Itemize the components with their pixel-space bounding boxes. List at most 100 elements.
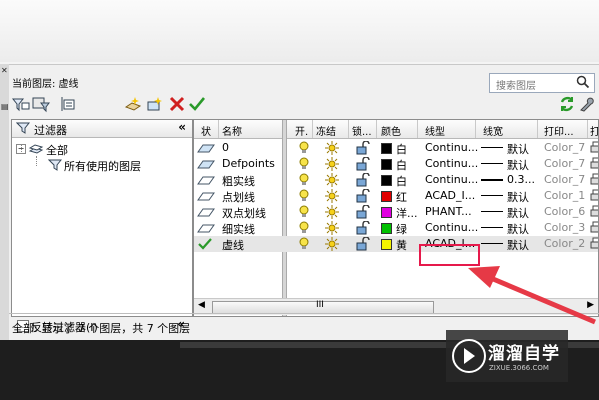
layer-linetype[interactable]: Continu...: [425, 221, 478, 234]
printer-icon[interactable]: [590, 237, 599, 251]
layer-linetype[interactable]: Continu...: [425, 173, 478, 186]
sun-icon[interactable]: [325, 205, 339, 219]
lightbulb-icon[interactable]: [298, 237, 310, 251]
color-swatch[interactable]: [381, 143, 392, 154]
column-header-on[interactable]: 开.: [295, 123, 308, 138]
layer-color-name[interactable]: 绿: [396, 221, 407, 237]
color-swatch[interactable]: [381, 175, 392, 186]
layer-name[interactable]: 细实线: [222, 221, 255, 237]
printer-icon[interactable]: [590, 221, 599, 235]
layer-row[interactable]: 点划线 红 ACAD_I... 默认 Color_1: [194, 188, 598, 204]
column-header-plot-style[interactable]: 打印...: [544, 123, 574, 138]
column-header-plot[interactable]: 打.: [590, 123, 598, 138]
properties-icon[interactable]: ▤: [1, 102, 9, 111]
layer-name[interactable]: 点划线: [222, 189, 255, 205]
layer-row[interactable]: 0 白 Continu... 默认 Color_7: [194, 140, 598, 156]
color-swatch[interactable]: [381, 191, 392, 202]
sun-icon[interactable]: [325, 141, 339, 155]
lineweight-sample: [481, 227, 503, 228]
settings-wrench-icon[interactable]: [577, 95, 599, 115]
color-swatch[interactable]: [381, 223, 392, 234]
column-header-color[interactable]: 颜色: [381, 123, 401, 138]
printer-icon[interactable]: [590, 189, 599, 203]
lightbulb-icon[interactable]: [298, 221, 310, 235]
layer-color-name[interactable]: 白: [396, 141, 407, 157]
unlock-icon[interactable]: [356, 141, 370, 155]
search-layers-input[interactable]: 搜索图层: [489, 73, 595, 93]
set-current-icon[interactable]: [187, 95, 209, 115]
layer-linetype[interactable]: PHANT...: [425, 205, 472, 218]
layer-row[interactable]: 双点划线 洋... PHANT... 默认 Color_6: [194, 204, 598, 220]
column-header-lock[interactable]: 锁...: [352, 123, 372, 138]
new-layer-vp-frozen-icon[interactable]: [145, 95, 167, 115]
layer-lineweight[interactable]: 默认: [507, 205, 529, 221]
collapse-node-icon[interactable]: −: [16, 144, 26, 154]
lightbulb-icon[interactable]: [298, 157, 310, 171]
sun-icon[interactable]: [325, 173, 339, 187]
color-swatch[interactable]: [381, 159, 392, 170]
lightbulb-icon[interactable]: [298, 205, 310, 219]
unlock-icon[interactable]: [356, 157, 370, 171]
layer-color-name[interactable]: 红: [396, 189, 407, 205]
column-header-status[interactable]: 状: [201, 123, 211, 138]
printer-icon[interactable]: [590, 173, 599, 187]
lightbulb-icon[interactable]: [298, 189, 310, 203]
column-header-freeze[interactable]: 冻结: [316, 123, 336, 138]
column-header-name[interactable]: 名称: [222, 123, 242, 138]
layer-row[interactable]: 虚线黄 ACAD_I... 默认 Color_2: [194, 236, 598, 252]
sun-icon[interactable]: [325, 157, 339, 171]
layer-row[interactable]: 粗实线 白 Continu... 0.3... Color_7: [194, 172, 598, 188]
layer-name[interactable]: 0: [222, 141, 229, 154]
lightbulb-icon[interactable]: [298, 173, 310, 187]
sun-icon[interactable]: [325, 189, 339, 203]
color-swatch[interactable]: [381, 207, 392, 218]
unlock-icon[interactable]: [356, 221, 370, 235]
layer-color-name[interactable]: 洋...: [396, 205, 418, 221]
layer-name[interactable]: 虚线: [222, 237, 244, 253]
layer-lineweight[interactable]: 默认: [507, 221, 529, 237]
layer-color-name[interactable]: 黄: [396, 237, 407, 253]
layer-lineweight[interactable]: 0.3...: [507, 173, 535, 186]
unlock-icon[interactable]: [356, 189, 370, 203]
layer-plot-style: Color_3: [544, 221, 586, 234]
column-header-linetype[interactable]: 线型: [425, 123, 445, 138]
unlock-icon[interactable]: [356, 237, 370, 251]
printer-icon[interactable]: [590, 141, 599, 155]
delete-layer-icon[interactable]: [167, 95, 189, 115]
lightbulb-icon[interactable]: [298, 141, 310, 155]
layer-row[interactable]: Defpoints 白 Continu... 默认 Color_7: [194, 156, 598, 172]
column-header-lineweight[interactable]: 线宽: [483, 123, 503, 138]
lineweight-sample: [481, 163, 503, 164]
layer-lineweight[interactable]: 默认: [507, 189, 529, 205]
new-property-filter-icon[interactable]: [11, 95, 33, 115]
collapse-panel-icon[interactable]: «: [178, 120, 186, 134]
printer-icon[interactable]: [590, 205, 599, 219]
layer-name[interactable]: Defpoints: [222, 157, 275, 170]
refresh-icon[interactable]: [557, 95, 579, 115]
watermark-logo-icon: [452, 339, 486, 373]
layer-name[interactable]: 粗实线: [222, 173, 255, 189]
sun-icon[interactable]: [325, 221, 339, 235]
scroll-left-icon[interactable]: ◀: [198, 300, 205, 310]
layer-lineweight[interactable]: 默认: [507, 141, 529, 157]
layer-lineweight[interactable]: 默认: [507, 157, 529, 173]
current-layer-check-icon: [198, 238, 212, 250]
printer-icon[interactable]: [590, 157, 599, 171]
unlock-icon[interactable]: [356, 205, 370, 219]
sun-icon[interactable]: [325, 237, 339, 251]
layer-color-name[interactable]: 白: [396, 173, 407, 189]
layer-linetype[interactable]: ACAD_I...: [425, 189, 475, 202]
layer-linetype[interactable]: Continu...: [425, 157, 478, 170]
search-icon[interactable]: [576, 75, 590, 89]
layer-color-name[interactable]: 白: [396, 157, 407, 173]
unlock-icon[interactable]: [356, 173, 370, 187]
close-icon[interactable]: ✕: [1, 66, 8, 75]
new-group-filter-icon[interactable]: [31, 95, 53, 115]
layer-lineweight[interactable]: 默认: [507, 237, 529, 253]
layer-name[interactable]: 双点划线: [222, 205, 266, 221]
layer-states-manager-icon[interactable]: [59, 95, 81, 115]
new-layer-icon[interactable]: [123, 95, 145, 115]
color-swatch[interactable]: [381, 239, 392, 250]
layer-linetype[interactable]: Continu...: [425, 141, 478, 154]
layer-row[interactable]: 细实线 绿 Continu... 默认 Color_3: [194, 220, 598, 236]
